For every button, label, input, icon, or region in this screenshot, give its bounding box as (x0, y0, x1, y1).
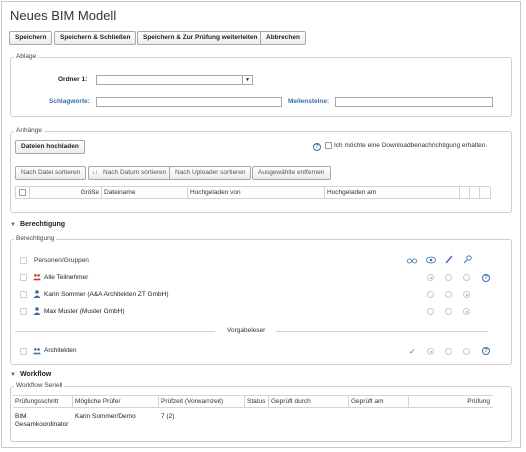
upload-files-button[interactable]: Dateien hochladen (15, 140, 85, 154)
sort-by-date-button[interactable]: ↓↑ Nach Datum sortieren (88, 166, 173, 180)
col-reviewers: Mögliche Prüfer (73, 396, 159, 408)
chevron-down-icon: ▼ (242, 76, 252, 84)
milestones-label: Meilensteine: (288, 98, 330, 105)
group-icon (33, 274, 41, 281)
eye-icon (426, 256, 436, 264)
col-step: Prüfungsschritt (13, 396, 73, 408)
sort-by-uploader-button[interactable]: Nach Uploader sortieren (169, 166, 252, 180)
permission-name: Max Muster (Muster GmbH) (44, 308, 125, 315)
pencil-icon (445, 255, 453, 264)
workflow-section-header[interactable]: ▼ Workflow (10, 371, 51, 378)
notify-label: Ich möchte eine Downloadbenachrichtigung… (334, 142, 488, 149)
admin-radio[interactable] (463, 308, 470, 315)
divider-left (15, 331, 215, 332)
admin-radio[interactable] (463, 274, 470, 281)
col-size[interactable]: Größe (30, 187, 102, 199)
select-all-cell (16, 187, 30, 199)
notify-checkbox[interactable] (325, 142, 332, 149)
col-uploaded-by[interactable]: Hochgeladen von (188, 187, 325, 199)
ablage-legend: Ablage (14, 53, 39, 60)
anhaenge-legend: Anhänge (14, 127, 45, 134)
write-radio[interactable] (445, 348, 452, 355)
check-icon: ✓ (409, 347, 416, 356)
cancel-button[interactable]: Abbrechen (260, 31, 306, 45)
admin-radio[interactable] (463, 348, 470, 355)
workflow-legend: Workflow Seriell (14, 382, 65, 389)
write-radio[interactable] (445, 274, 452, 281)
folder-select[interactable]: ▼ (96, 75, 253, 85)
row-checkbox[interactable] (20, 308, 27, 315)
remove-selected-button[interactable]: Ausgewählte entfernen (252, 166, 331, 180)
col-checked-by: Geprüft durch (269, 396, 349, 408)
col-check: Prüfung (467, 398, 490, 405)
keywords-input[interactable] (96, 97, 282, 107)
person-icon (33, 290, 41, 298)
sort-icon: ↓↑ (92, 170, 98, 176)
col-extra-3 (480, 187, 491, 199)
permission-name: Architekten (44, 347, 77, 354)
collapse-triangle-icon: ▼ (10, 372, 16, 378)
admin-radio[interactable] (463, 291, 470, 298)
col-extra-1 (460, 187, 470, 199)
ablage-fieldset: Ablage Ordner 1: ▼ Schlagworte: Meilenst… (10, 53, 512, 117)
col-filename[interactable]: Dateiname (102, 187, 188, 199)
collapse-triangle-icon: ▼ (10, 222, 16, 228)
workflow-fieldset: Workflow Seriell Prüfungsschritt Möglich… (10, 382, 512, 442)
col-status: Status (245, 396, 269, 408)
read-radio[interactable] (427, 274, 434, 281)
workflow-table-header: Prüfungsschritt Mögliche Prüfer Prüfzeit… (13, 395, 493, 408)
key-icon (463, 255, 472, 264)
select-all-checkbox[interactable] (19, 189, 26, 196)
workflow-step: BIM Gesamkoordinator (15, 413, 69, 428)
select-all-permissions-checkbox[interactable] (20, 257, 27, 264)
permission-name: Alle Teilnehmer (44, 274, 89, 281)
read-radio[interactable] (427, 308, 434, 315)
anhaenge-fieldset: Anhänge Dateien hochladen ? Ich möchte e… (10, 127, 512, 213)
permission-name: Karin Sommer (A&A Architekten ZT GmbH) (44, 291, 169, 298)
help-icon[interactable]: ? (482, 274, 490, 282)
vorgabeleser-label: Vorgabeleser (227, 327, 266, 334)
keywords-label: Schlagworte: (49, 98, 90, 105)
read-radio[interactable] (427, 291, 434, 298)
read-radio[interactable] (427, 348, 434, 355)
help-icon[interactable]: ? (313, 143, 321, 151)
row-checkbox[interactable] (20, 348, 27, 355)
save-forward-button[interactable]: Speichern & Zur Prüfung weiterleiten (137, 31, 264, 45)
dialog-title: Neues BIM Modell (10, 8, 117, 23)
attachments-table-header: Größe Dateiname Hochgeladen von Hochgela… (15, 186, 491, 199)
col-uploaded-at[interactable]: Hochgeladen am (325, 187, 460, 199)
dialog-window: Neues BIM Modell Speichern Speichern & S… (1, 1, 521, 448)
col-extra-2 (470, 187, 480, 199)
milestones-input[interactable] (335, 97, 493, 107)
save-button[interactable]: Speichern (9, 31, 53, 45)
help-icon[interactable]: ? (482, 347, 490, 355)
divider-right (276, 331, 488, 332)
workflow-reviewer: Karin Sommer/Demo (75, 413, 136, 420)
col-review-time: Prüfzeit (Vorwarnzeit) (159, 396, 245, 408)
folder-label: Ordner 1: (58, 76, 88, 83)
person-icon (33, 307, 41, 315)
sort-by-file-button[interactable]: Nach Datei sortieren (15, 166, 87, 180)
glasses-icon (407, 258, 417, 264)
save-close-button[interactable]: Speichern & Schließen (54, 31, 137, 45)
berechtigung-fieldset: Berechtigung Personen/Gruppen Alle Teiln… (10, 235, 512, 365)
berechtigung-legend: Berechtigung (14, 235, 57, 242)
persons-groups-header: Personen/Gruppen (34, 257, 89, 264)
row-checkbox[interactable] (20, 274, 27, 281)
write-radio[interactable] (445, 291, 452, 298)
row-checkbox[interactable] (20, 291, 27, 298)
workflow-time: 7 (2) (161, 413, 175, 420)
group-icon (33, 348, 41, 355)
col-checked-at: Geprüft am (349, 396, 409, 408)
write-radio[interactable] (445, 308, 452, 315)
berechtigung-section-header[interactable]: ▼ Berechtigung (10, 221, 65, 228)
